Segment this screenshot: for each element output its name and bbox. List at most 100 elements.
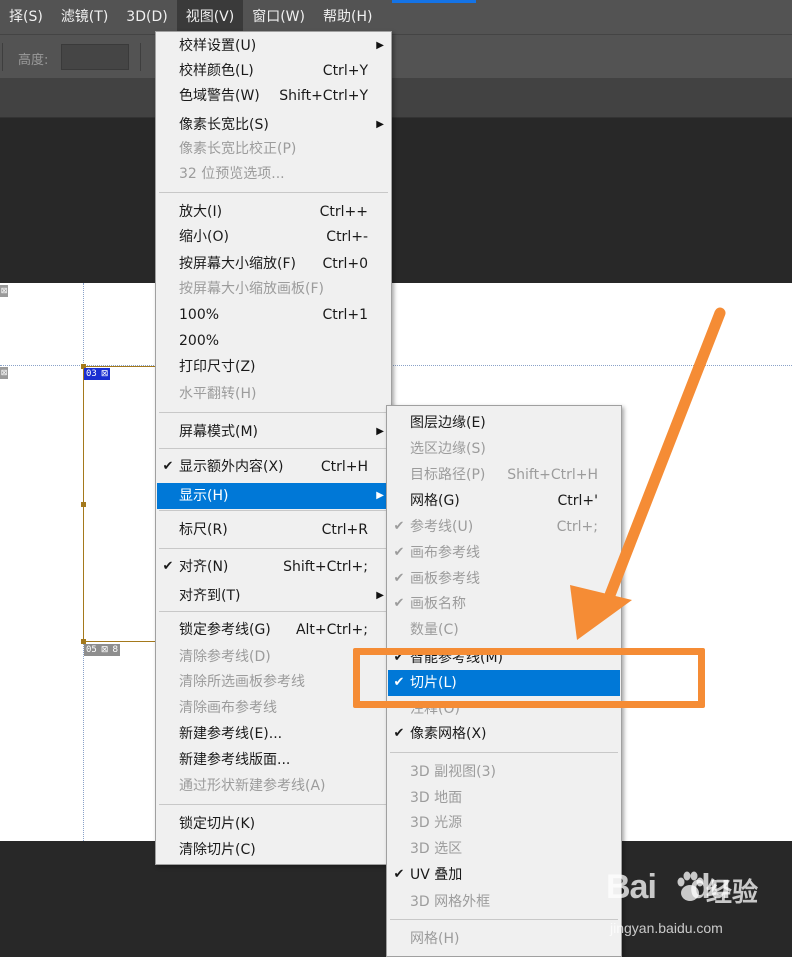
menu-help[interactable]: 帮助(H): [314, 0, 381, 34]
menu-item-label: 按屏幕大小缩放画板(F): [179, 281, 324, 297]
menu-item-view_menu-28[interactable]: 清除切片(C): [157, 837, 390, 863]
menu-item-shortcut: Ctrl+H: [320, 459, 368, 475]
menu-item-show_menu-5: ✔ 画布参考线: [388, 540, 620, 566]
menu-item-show_menu-3[interactable]: 网格(G) Ctrl+': [388, 488, 620, 514]
menu-item-view_menu-10[interactable]: 100% Ctrl+1: [157, 302, 390, 328]
checkmark-icon: ✔: [162, 559, 174, 574]
menu-item-shortcut: Ctrl+R: [321, 522, 368, 538]
menu-item-label: 打印尺寸(Z): [179, 359, 256, 375]
menu-item-label: 画布参考线: [410, 545, 480, 561]
menu-item-label: 对齐(N): [179, 559, 229, 575]
slice-number: 05: [86, 645, 97, 655]
menu-window[interactable]: 窗口(W): [243, 0, 314, 34]
menu-item-label: 通过形状新建参考线(A): [179, 778, 326, 794]
menu-item-label: 画板名称: [410, 596, 466, 612]
menu-item-view_menu-12[interactable]: 打印尺寸(Z): [157, 354, 390, 380]
menu-item-label: 像素长宽比校正(P): [179, 141, 297, 157]
menu-item-view_menu-20[interactable]: 锁定参考线(G) Alt+Ctrl+;: [157, 617, 390, 643]
menu-item-label: 新建参考线(E)...: [179, 726, 283, 742]
menu-item-label: 3D 网格外框: [410, 894, 491, 910]
submenu-arrow-icon: ▶: [376, 119, 384, 130]
menu-item-view_menu-3[interactable]: 像素长宽比(S) ▶: [157, 112, 390, 138]
menu-item-show_menu-6: ✔ 画板参考线: [388, 566, 620, 592]
menu-item-label: 像素网格(X): [410, 726, 487, 742]
menu-item-label: 放大(I): [179, 204, 223, 220]
menu-item-shortcut: Ctrl+Y: [322, 63, 368, 79]
menu-item-shortcut: Ctrl+-: [326, 229, 368, 245]
menu-item-label: 画板参考线: [410, 571, 480, 587]
menu-item-view_menu-19[interactable]: 对齐到(T) ▶: [157, 583, 390, 609]
menu-item-view_menu-0[interactable]: 校样设置(U) ▶: [157, 33, 390, 59]
menu-item-show_menu-17[interactable]: ✔ UV 叠加: [388, 862, 620, 888]
menu-item-view_menu-25[interactable]: 新建参考线版面...: [157, 747, 390, 773]
menu-item-view_menu-16[interactable]: 显示(H) ▶: [157, 483, 390, 509]
menu-item-shortcut: Ctrl+;: [556, 519, 598, 535]
height-label: 高度:: [18, 53, 49, 68]
title-accent: [392, 0, 476, 3]
menu-item-shortcut: Ctrl++: [319, 204, 368, 220]
checkmark-icon: ✔: [393, 519, 405, 534]
menu-item-label: 参考线(U): [410, 519, 474, 535]
menu-item-view_menu-6[interactable]: 放大(I) Ctrl++: [157, 199, 390, 225]
menu-item-label: 显示额外内容(X): [179, 459, 284, 475]
options-bar: 高度:: [0, 34, 792, 78]
slice-marker: ⊠: [0, 367, 8, 379]
menu-item-view_menu-17[interactable]: 标尺(R) Ctrl+R: [157, 517, 390, 543]
slice-marker: ⊠: [0, 285, 8, 297]
menu-item-label: 图层边缘(E): [410, 415, 486, 431]
menu-3d[interactable]: 3D(D): [117, 0, 176, 34]
checkmark-icon: ✔: [393, 726, 405, 741]
menu-item-label: 清除切片(C): [179, 842, 256, 858]
selected-slice[interactable]: [83, 366, 163, 642]
menu-item-label: 锁定切片(K): [179, 816, 256, 832]
checkmark-icon: ✔: [393, 867, 405, 882]
menu-item-show_menu-15: 3D 光源: [388, 810, 620, 836]
slice-badge-05: 05 ⊠ 8: [84, 644, 121, 656]
height-input[interactable]: [61, 44, 129, 70]
menu-item-show_menu-12[interactable]: ✔ 像素网格(X): [388, 721, 620, 747]
menu-item-shortcut: Ctrl+0: [322, 256, 368, 272]
menu-item-view_menu-14[interactable]: 屏幕模式(M) ▶: [157, 419, 390, 445]
menu-item-view_menu-26: 通过形状新建参考线(A): [157, 773, 390, 799]
slice-number: 03: [86, 369, 97, 379]
menu-item-view_menu-15[interactable]: ✔ 显示额外内容(X) Ctrl+H: [157, 454, 390, 480]
menu-item-label: 选区边缘(S): [410, 441, 486, 457]
menu-select[interactable]: 择(S): [0, 0, 52, 34]
menu-item-view_menu-2[interactable]: 色域警告(W) Shift+Ctrl+Y: [157, 83, 390, 109]
menu-item-label: 按屏幕大小缩放(F): [179, 256, 296, 272]
watermark-cn: 经验: [706, 878, 759, 908]
menu-item-view_menu-8[interactable]: 按屏幕大小缩放(F) Ctrl+0: [157, 251, 390, 277]
menu-separator: [159, 412, 388, 413]
menu-item-show_menu-19: 网格(H): [388, 926, 620, 952]
menu-filter[interactable]: 滤镜(T): [52, 0, 117, 34]
menu-item-show_menu-0[interactable]: 图层边缘(E): [388, 410, 620, 436]
menu-separator: [159, 804, 388, 805]
menu-item-label: 200%: [179, 333, 220, 349]
menu-item-view_menu-1[interactable]: 校样颜色(L) Ctrl+Y: [157, 58, 390, 84]
menu-item-label: 3D 副视图(3): [410, 764, 496, 780]
menu-item-label: 网格(G): [410, 493, 460, 509]
menu-item-label: 像素长宽比(S): [179, 117, 269, 133]
menu-item-shortcut: Ctrl+1: [322, 307, 368, 323]
submenu-arrow-icon: ▶: [376, 490, 384, 501]
menu-item-label: 100%: [179, 307, 220, 323]
checkmark-icon: ✔: [393, 571, 405, 586]
menu-item-view_menu-18[interactable]: ✔ 对齐(N) Shift+Ctrl+;: [157, 554, 390, 580]
document-tab-bar: [0, 78, 792, 118]
menu-separator: [159, 548, 388, 549]
menu-item-view_menu-27[interactable]: 锁定切片(K): [157, 811, 390, 837]
baidu-paw-icon: [677, 871, 704, 901]
menu-item-label: 标尺(R): [179, 522, 228, 538]
menu-item-label: 显示(H): [179, 488, 229, 504]
menu-item-view_menu-7[interactable]: 缩小(O) Ctrl+-: [157, 224, 390, 250]
menu-item-label: 屏幕模式(M): [179, 424, 259, 440]
menu-item-view_menu-11[interactable]: 200%: [157, 328, 390, 354]
slice-badge-03: 03 ⊠: [84, 368, 111, 380]
menu-item-view_menu-24[interactable]: 新建参考线(E)...: [157, 721, 390, 747]
slice-handle[interactable]: [81, 502, 86, 507]
menu-item-label: 校样设置(U): [179, 38, 257, 54]
menu-view[interactable]: 视图(V): [176, 0, 244, 34]
menu-item-show_menu-2: 目标路径(P) Shift+Ctrl+H: [388, 462, 620, 488]
options-divider: [2, 43, 3, 71]
view-menu: 校样设置(U) ▶ 校样颜色(L) Ctrl+Y 色域警告(W) Shift+Ctrl+Y…: [155, 31, 392, 865]
